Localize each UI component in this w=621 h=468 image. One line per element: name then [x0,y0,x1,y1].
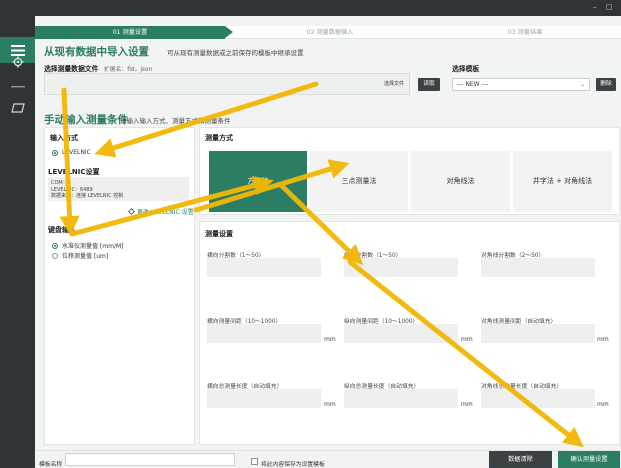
vertical-total-length-input [344,389,458,408]
file-path-box[interactable]: 选择文件 [44,73,410,95]
step-2[interactable]: 02 测量数据输入 [235,26,425,39]
template-select-label: 选择模板 [452,65,480,73]
step-arrow [225,26,233,38]
displacement-value-label: 位移测量值 [um] [62,253,109,260]
divider-icon [9,78,26,95]
load-button[interactable]: 读取 [418,78,440,91]
levelnic-source: 数据来源：连接 LEVELNIC 控制 [51,193,124,199]
step-3[interactable]: 03 测量结果 [430,26,620,39]
vertical-divisions-input[interactable] [344,258,458,277]
vertical-spacing-input[interactable] [344,324,458,343]
change-levelnic-button[interactable]: 更改 LEVELNIC 设置 [128,207,194,216]
gear-icon [128,208,135,215]
manual-section-title: 手动输入测量条件 [44,114,128,126]
diagonal-spacing-unit: mm [597,336,609,343]
title-bar: – □ [0,0,621,16]
method-three-point-card[interactable]: 三点测量法 [310,151,408,212]
levelnic-radio-label: LEVELNIC [62,149,91,156]
method-union-jack-card[interactable]: 井字法 + 对角线法 [513,151,612,212]
import-section-subtitle: 可从现有测量数据或之前保存的模板中继承设置 [167,49,304,57]
method-diagonal-card[interactable]: 对角线法 [411,151,510,212]
chevron-down-icon: ⌄ [579,81,585,88]
template-select-value: --- NEW --- [457,81,489,88]
vertical-spacing-unit: mm [461,336,473,343]
save-template-label: 将此内容保存为设置模板 [261,462,325,468]
horizontal-spacing-input[interactable] [207,324,321,343]
method-grid-card[interactable]: 方格法 [209,151,307,212]
diagonal-spacing-input [481,324,595,343]
levelnic-radio[interactable]: LEVELNIC [52,149,91,156]
step-1[interactable]: 01 测量设置 [35,26,225,39]
radio-dot [52,242,58,249]
vertical-total-length-unit: mm [461,401,473,408]
horizontal-total-length-input [207,389,321,408]
maximize-button[interactable]: □ [606,3,613,11]
sidebar [0,16,35,468]
levelnic-info-box: COM：4 LEVELNIC：6489 数据来源：连接 LEVELNIC 控制 [48,177,189,201]
minimize-button[interactable]: – [593,3,597,11]
level-value-label: 水准仪测量值 [mm/M] [62,243,124,250]
measurement-settings-title: 测量设置 [205,230,233,238]
horizontal-spacing-unit: mm [324,336,336,343]
radio-dot [52,252,58,259]
gear-icon[interactable] [9,53,26,70]
choose-file-button[interactable]: 选择文件 [381,78,407,91]
confirm-settings-button[interactable]: 确认测量设置 [558,451,620,468]
diagonal-total-length-input [481,389,595,408]
file-select-label: 选择测量数据文件 [44,65,99,73]
diagonal-divisions-input[interactable] [481,258,595,277]
clear-data-button[interactable]: 数据清除 [489,451,552,468]
step-progress: 01 测量设置 02 测量数据输入 03 测量结果 [35,26,621,39]
horizontal-divisions-input[interactable] [207,258,321,277]
delete-template-button[interactable]: 删除 [596,78,616,91]
level-value-radio[interactable]: 水准仪测量值 [mm/M] [52,241,123,250]
save-template-checkbox[interactable] [251,458,258,465]
levelnic-settings-title: LEVELNIC设置 [48,168,100,176]
radio-dot [52,149,58,156]
input-method-title: 输入方式 [50,134,78,142]
file-extension-hint: 扩展名：fld，json [104,67,153,73]
template-name-label: 模板名称 [39,462,63,468]
keyboard-input-title: 键盘输入 [48,226,76,234]
window-icon[interactable] [9,99,26,116]
measurement-method-title: 测量方式 [205,134,233,142]
horizontal-total-length-unit: mm [324,401,336,408]
import-section-title: 从现有数据中导入设置 [44,46,149,58]
template-select[interactable]: --- NEW --- ⌄ [452,78,590,91]
displacement-value-radio[interactable]: 位移测量值 [um] [52,251,108,260]
manual-section-subtitle: 请输入输入方式、测量方式和测量条件 [120,117,231,125]
diagonal-total-length-unit: mm [597,401,609,408]
change-levelnic-label: 更改 LEVELNIC 设置 [137,209,194,216]
template-name-input[interactable] [65,453,235,466]
